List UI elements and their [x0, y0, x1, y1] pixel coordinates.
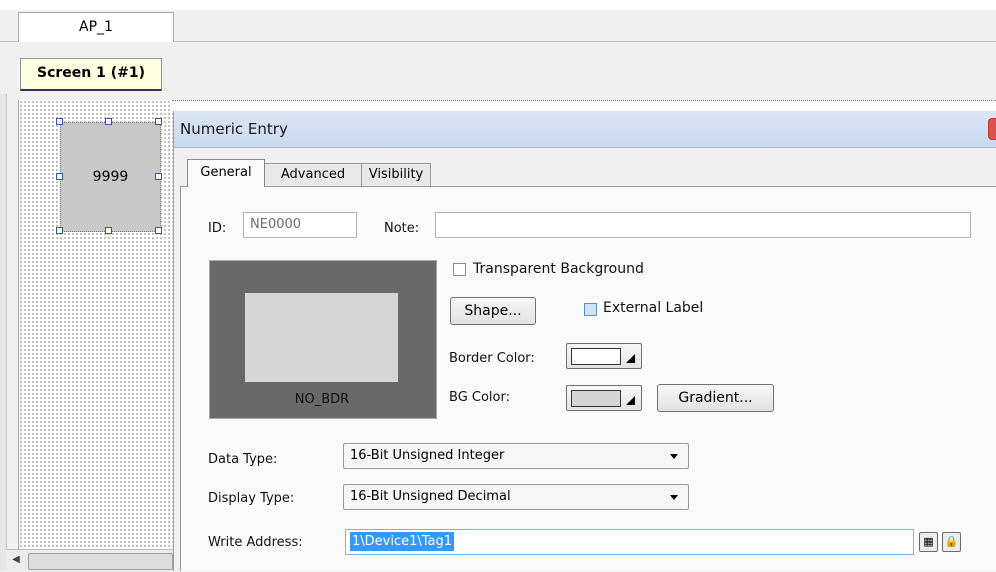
style-preview-inner — [245, 293, 398, 382]
resize-handle-ne[interactable] — [155, 118, 162, 125]
chevron-down-icon — [670, 495, 678, 500]
resize-handle-sw[interactable] — [56, 227, 63, 234]
note-label: Note: — [384, 221, 420, 236]
data-type-select[interactable]: 16-Bit Unsigned Integer — [343, 443, 689, 469]
dialog-title: Numeric Entry — [180, 120, 288, 138]
display-type-value: 16-Bit Unsigned Decimal — [350, 489, 511, 504]
tab-advanced[interactable]: Advanced — [264, 163, 362, 186]
data-type-label: Data Type: — [208, 452, 278, 467]
display-type-select[interactable]: 16-Bit Unsigned Decimal — [343, 484, 689, 510]
transparent-background-label: Transparent Background — [473, 261, 644, 277]
id-field[interactable]: NE0000 — [243, 212, 357, 238]
id-label: ID: — [208, 221, 227, 236]
resize-handle-se[interactable] — [155, 227, 162, 234]
bg-color-picker[interactable] — [566, 385, 642, 411]
transparent-background-checkbox[interactable] — [453, 263, 466, 276]
resize-handle-e[interactable] — [155, 173, 162, 180]
note-field[interactable] — [435, 212, 971, 238]
resize-handle-s[interactable] — [105, 227, 112, 234]
external-label-checkbox[interactable] — [584, 303, 597, 316]
write-address-value: 1\Device1\Tag1 — [350, 532, 455, 551]
display-type-label: Display Type: — [208, 491, 295, 506]
screen-tab-1[interactable]: Screen 1 (#1) — [20, 58, 162, 91]
dialog-titlebar[interactable] — [174, 111, 996, 148]
tab-general[interactable]: General — [187, 159, 265, 187]
data-type-value: 16-Bit Unsigned Integer — [350, 448, 505, 463]
border-color-label: Border Color: — [449, 351, 535, 366]
keypad-icon[interactable]: ▦ — [919, 532, 938, 552]
tab-strip-line — [180, 186, 996, 187]
scroll-left-arrow-icon[interactable]: ◀ — [8, 551, 24, 569]
border-color-swatch — [571, 348, 621, 365]
write-address-label: Write Address: — [208, 535, 303, 550]
left-edge-panel — [0, 94, 7, 571]
chevron-down-icon — [670, 454, 678, 459]
dropdown-arrow-icon — [626, 354, 635, 363]
preview-caption: NO_BDR — [294, 392, 350, 407]
lock-icon[interactable]: 🔒 — [942, 532, 961, 552]
bg-color-label: BG Color: — [449, 390, 510, 405]
close-icon[interactable] — [988, 118, 996, 140]
bg-color-swatch — [571, 390, 621, 407]
shape-button[interactable]: Shape... — [450, 297, 536, 325]
resize-handle-nw[interactable] — [56, 118, 63, 125]
resize-handle-n[interactable] — [105, 118, 112, 125]
dropdown-arrow-icon — [626, 396, 635, 405]
tab-visibility[interactable]: Visibility — [361, 163, 431, 186]
external-label-label: External Label — [603, 300, 704, 316]
gradient-button[interactable]: Gradient... — [657, 384, 774, 412]
project-tab-ap1[interactable]: AP_1 — [18, 12, 174, 43]
resize-handle-w[interactable] — [56, 173, 63, 180]
numeric-entry-widget[interactable]: 9999 — [60, 122, 161, 232]
border-color-picker[interactable] — [566, 343, 642, 369]
scrollbar-thumb[interactable] — [28, 553, 173, 570]
